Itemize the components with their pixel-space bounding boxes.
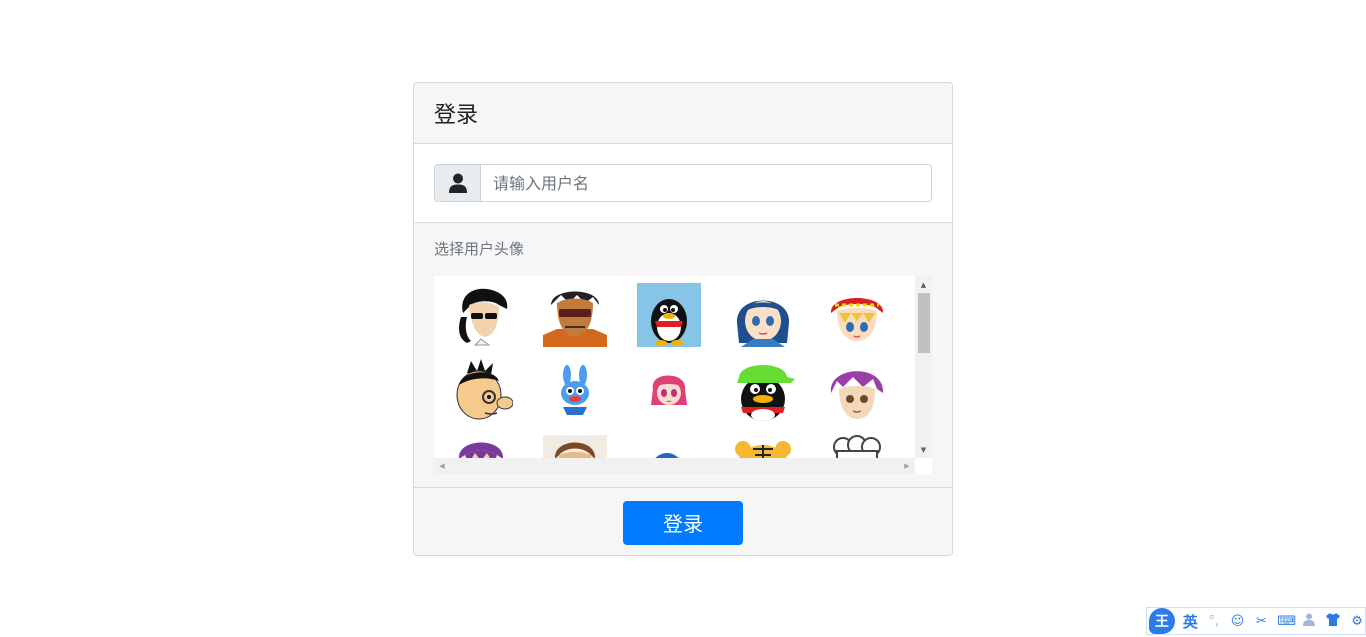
keyboard-icon[interactable]: ⌨ bbox=[1277, 614, 1296, 629]
avatar-viewport[interactable] bbox=[434, 276, 915, 458]
avatar-horizontal-scrollbar[interactable]: ◀ ▶ bbox=[434, 458, 915, 474]
ime-logo-icon[interactable]: 王 bbox=[1149, 608, 1175, 634]
avatar-blue-partial[interactable] bbox=[637, 435, 701, 458]
avatar-man-shades-orange[interactable] bbox=[543, 283, 607, 347]
scrollbar-thumb[interactable] bbox=[918, 293, 930, 353]
avatar-pink-hair-girl[interactable] bbox=[637, 359, 701, 423]
scroll-up-arrow-icon[interactable]: ▲ bbox=[915, 276, 932, 293]
avatar-purple-hair-boy[interactable] bbox=[825, 359, 889, 423]
avatar-tiger-partial[interactable] bbox=[731, 435, 795, 458]
emoji-icon[interactable]: ☺ bbox=[1230, 614, 1246, 629]
card-header: 登录 bbox=[414, 83, 952, 144]
username-input[interactable] bbox=[480, 164, 932, 202]
login-button[interactable]: 登录 bbox=[623, 500, 743, 545]
scroll-right-arrow-icon[interactable]: ▶ bbox=[899, 458, 915, 474]
avatar-grid bbox=[449, 283, 889, 458]
avatar-penguin-green-cap[interactable] bbox=[731, 359, 795, 423]
scroll-left-arrow-icon[interactable]: ◀ bbox=[434, 458, 450, 474]
avatar-blue-rabbit[interactable] bbox=[543, 359, 607, 423]
ime-language-toggle[interactable]: 英 bbox=[1183, 611, 1198, 632]
avatar-chef-partial[interactable] bbox=[825, 435, 889, 458]
username-input-group bbox=[434, 164, 932, 202]
scissors-icon[interactable]: ✂ bbox=[1254, 614, 1270, 629]
login-card: 登录 选择用户头像 bbox=[413, 82, 953, 556]
ime-toolbar: 王 英 °, ☺ ✂ ⌨ ⚙ bbox=[1146, 607, 1366, 635]
scroll-down-arrow-icon[interactable]: ▼ bbox=[915, 441, 932, 458]
user-icon[interactable] bbox=[1301, 613, 1317, 630]
punctuation-icon[interactable]: °, bbox=[1206, 614, 1222, 629]
avatar-qq-penguin[interactable] bbox=[637, 283, 701, 347]
avatar-brown-hair-partial[interactable] bbox=[543, 435, 607, 458]
gear-icon[interactable]: ⚙ bbox=[1349, 614, 1365, 629]
login-title: 登录 bbox=[434, 103, 479, 128]
avatar-red-bandana-boy[interactable] bbox=[825, 283, 889, 347]
user-icon bbox=[434, 164, 480, 202]
avatar-label: 选择用户头像 bbox=[434, 240, 525, 258]
avatar-blue-hair-girl[interactable] bbox=[731, 283, 795, 347]
username-section bbox=[414, 144, 952, 223]
avatar-section: 选择用户头像 ▲ ▼ ◀ ▶ bbox=[414, 223, 952, 488]
avatar-vertical-scrollbar[interactable]: ▲ ▼ bbox=[915, 276, 932, 458]
avatar-purple-hair-partial[interactable] bbox=[449, 435, 513, 458]
card-footer: 登录 bbox=[414, 488, 952, 555]
avatar-man-sunglasses[interactable] bbox=[449, 283, 513, 347]
avatar-picker: ▲ ▼ ◀ ▶ bbox=[434, 276, 932, 474]
avatar-cartoon-boy-nose[interactable] bbox=[449, 359, 513, 423]
shirt-icon[interactable] bbox=[1325, 612, 1341, 630]
